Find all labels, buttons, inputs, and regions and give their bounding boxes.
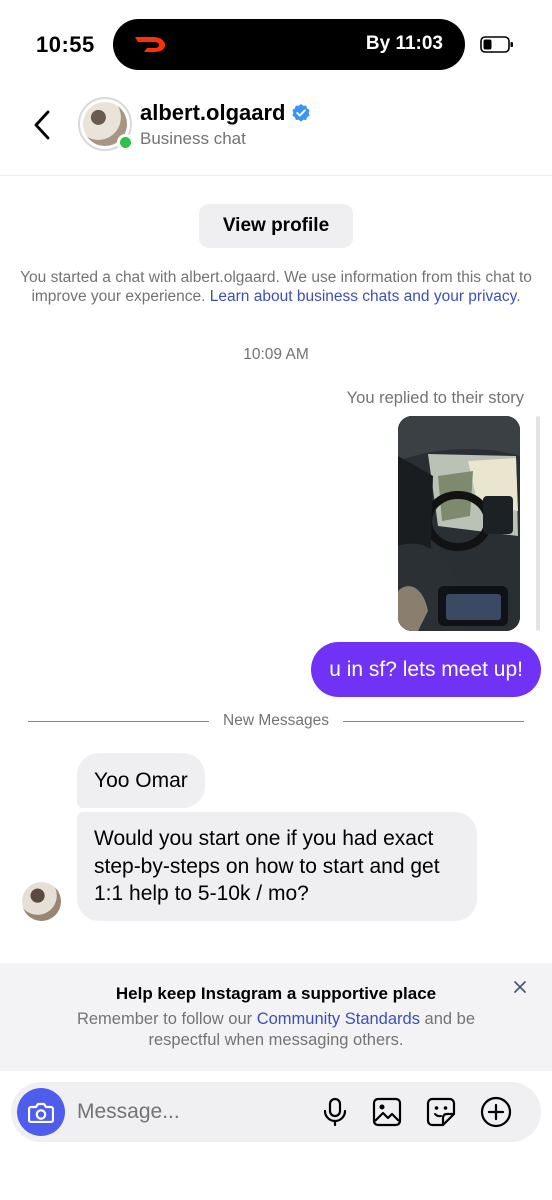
incoming-message-bubble[interactable]: Yoo Omar — [77, 753, 205, 808]
car-interior-image — [398, 416, 520, 631]
chat-header: albert.olgaard Business chat — [0, 90, 552, 176]
message-timestamp: 10:09 AM — [243, 346, 309, 363]
banner-text-before: Remember to follow our — [76, 1010, 257, 1028]
dynamic-island-live-activity[interactable]: By 11:03 — [113, 19, 465, 70]
battery-icon — [480, 36, 513, 53]
chat-subtitle: Business chat — [140, 129, 246, 148]
camera-button[interactable] — [17, 1088, 65, 1136]
banner-title: Help keep Instagram a supportive place — [115, 984, 437, 1003]
story-reply-label: You replied to their story — [346, 389, 524, 407]
back-arrow-icon[interactable] — [28, 108, 58, 142]
verified-badge-icon — [292, 104, 311, 122]
new-messages-label: New Messages — [223, 712, 329, 729]
banner-text: Remember to follow our Community Standar… — [40, 1009, 512, 1051]
sticker-icon[interactable] — [424, 1095, 458, 1129]
new-messages-divider: New Messages — [28, 711, 524, 731]
close-icon[interactable] — [508, 975, 532, 999]
live-activity-eta: By 11:03 — [365, 33, 443, 54]
message-composer — [11, 1082, 541, 1142]
camera-icon — [28, 1102, 54, 1123]
view-profile-button[interactable]: View profile — [199, 204, 353, 248]
business-chat-notice: You started a chat with albert.olgaard. … — [8, 268, 544, 306]
community-standards-banner: Help keep Instagram a supportive place R… — [0, 963, 552, 1071]
status-time: 10:55 — [36, 32, 95, 57]
community-standards-link[interactable]: Community Standards — [257, 1010, 420, 1028]
contact-avatar[interactable] — [78, 97, 134, 151]
status-bar: 10:55 By 11:03 — [0, 0, 552, 90]
privacy-link[interactable]: Learn about business chats and your priv… — [210, 288, 516, 305]
add-icon[interactable] — [479, 1095, 513, 1129]
gallery-icon[interactable] — [370, 1095, 404, 1129]
incoming-message-bubble[interactable]: Would you start one if you had exact ste… — [77, 812, 477, 921]
sender-avatar[interactable] — [22, 882, 61, 921]
story-scroll-indicator — [536, 416, 540, 631]
story-thumbnail[interactable] — [398, 416, 520, 631]
outgoing-message-bubble[interactable]: u in sf? lets meet up! — [311, 642, 541, 697]
microphone-icon[interactable] — [318, 1095, 352, 1129]
online-status-dot — [117, 134, 134, 151]
doordash-logo-icon — [135, 37, 165, 52]
notice-end: . — [516, 288, 521, 305]
message-input[interactable] — [77, 1097, 297, 1127]
contact-username[interactable]: albert.olgaard — [140, 100, 285, 126]
contact-name-row[interactable]: albert.olgaard — [140, 100, 311, 126]
